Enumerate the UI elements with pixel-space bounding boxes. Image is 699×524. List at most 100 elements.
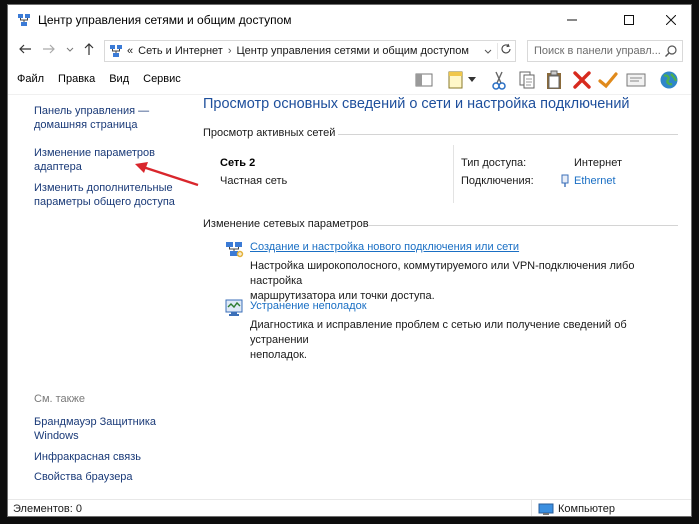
menu-row: Файл Правка Вид Сервис bbox=[8, 65, 691, 95]
new-note-dropdown[interactable] bbox=[466, 69, 478, 91]
control-panel-home-link[interactable]: Панель управления — домашняя страница bbox=[34, 104, 149, 132]
link-line: параметры общего доступа bbox=[34, 196, 175, 208]
status-bar: Элементов: 0 Компьютер bbox=[8, 499, 691, 516]
link-line: Панель управления — bbox=[34, 105, 150, 117]
troubleshoot-icon bbox=[225, 299, 243, 316]
firewall-link[interactable]: Брандмауэр Защитника Windows bbox=[34, 415, 156, 443]
column-divider bbox=[453, 145, 454, 203]
arrow-left-icon bbox=[19, 44, 31, 54]
network-type: Частная сеть bbox=[220, 175, 288, 187]
properties-icon bbox=[626, 73, 646, 87]
maximize-button[interactable] bbox=[606, 5, 652, 35]
link-line: Изменить дополнительные bbox=[34, 182, 173, 194]
new-connection-icon bbox=[226, 242, 244, 258]
change-settings-title: Изменение сетевых параметров bbox=[203, 218, 369, 230]
delete-button[interactable] bbox=[571, 69, 593, 91]
link-line: адаптера bbox=[34, 161, 82, 173]
search-input[interactable] bbox=[534, 44, 662, 58]
link-line: Windows bbox=[34, 430, 79, 442]
delete-icon bbox=[573, 71, 591, 89]
breadcrumb-overflow[interactable]: « bbox=[127, 45, 133, 57]
cut-button[interactable] bbox=[488, 69, 510, 91]
left-pane: Панель управления — домашняя страница Из… bbox=[8, 95, 188, 499]
menu-item-file[interactable]: Файл bbox=[17, 73, 44, 85]
cut-icon bbox=[492, 71, 506, 90]
menu-item-tools[interactable]: Сервис bbox=[143, 73, 181, 85]
globe-icon bbox=[660, 71, 678, 89]
forward-button[interactable] bbox=[41, 42, 57, 58]
advanced-sharing-link[interactable]: Изменить дополнительные параметры общего… bbox=[34, 181, 175, 209]
ethernet-icon bbox=[561, 174, 569, 187]
back-button[interactable] bbox=[17, 42, 33, 58]
link-line: Изменение параметров bbox=[34, 147, 155, 159]
main-pane: Просмотр основных сведений о сети и наст… bbox=[198, 95, 688, 499]
paste-icon bbox=[547, 70, 561, 89]
address-dropdown-button[interactable] bbox=[481, 44, 495, 58]
breadcrumb: « Сеть и Интернет › Центр управления сет… bbox=[127, 45, 469, 57]
change-adapter-settings-link[interactable]: Изменение параметров адаптера bbox=[34, 146, 155, 174]
menu-bar: Файл Правка Вид Сервис bbox=[17, 73, 181, 85]
active-networks-title: Просмотр активных сетей bbox=[203, 127, 336, 139]
check-button[interactable] bbox=[597, 69, 619, 91]
troubleshoot-link[interactable]: Устранение неполадок bbox=[250, 300, 367, 312]
preview-pane-button[interactable] bbox=[413, 69, 435, 91]
computer-icon bbox=[538, 503, 554, 515]
maximize-icon bbox=[624, 15, 634, 25]
section-divider bbox=[368, 225, 678, 226]
refresh-button[interactable] bbox=[497, 43, 513, 59]
setup-new-connection-description: Настройка широкополосного, коммутируемог… bbox=[250, 259, 688, 304]
preview-pane-icon bbox=[415, 73, 433, 87]
close-icon bbox=[666, 15, 676, 25]
minimize-icon bbox=[567, 19, 577, 21]
chevron-down-icon bbox=[484, 49, 492, 54]
see-also-heading: См. также bbox=[34, 393, 85, 405]
copy-button[interactable] bbox=[516, 69, 538, 91]
address-bar[interactable]: « Сеть и Интернет › Центр управления сет… bbox=[104, 40, 516, 62]
infrared-link[interactable]: Инфракрасная связь bbox=[34, 450, 141, 464]
network-center-icon bbox=[18, 14, 30, 26]
section-divider bbox=[338, 134, 678, 135]
description-line: Настройка широкополосного, коммутируемог… bbox=[250, 260, 635, 287]
description-line: Диагностика и исправление проблем с сеть… bbox=[250, 319, 627, 346]
menu-item-view[interactable]: Вид bbox=[109, 73, 129, 85]
breadcrumb-network-center[interactable]: Центр управления сетями и общим доступом bbox=[237, 45, 469, 57]
recent-locations-button[interactable] bbox=[62, 42, 78, 58]
item-count: Элементов: 0 bbox=[13, 503, 82, 515]
globe-button[interactable] bbox=[658, 69, 680, 91]
link-line: Брандмауэр Защитника bbox=[34, 416, 157, 428]
page-heading: Просмотр основных сведений о сети и наст… bbox=[203, 96, 630, 112]
search-box[interactable] bbox=[527, 40, 683, 62]
dropdown-icon bbox=[468, 77, 476, 82]
up-button[interactable] bbox=[81, 42, 97, 58]
copy-icon bbox=[519, 71, 535, 89]
window-title: Центр управления сетями и общим доступом bbox=[38, 13, 292, 27]
link-line: домашняя страница bbox=[34, 119, 138, 131]
breadcrumb-network-internet[interactable]: Сеть и Интернет bbox=[138, 45, 223, 57]
browser-properties-link[interactable]: Свойства браузера bbox=[34, 470, 133, 484]
access-type-value: Интернет bbox=[574, 157, 622, 169]
troubleshoot-description: Диагностика и исправление проблем с сеть… bbox=[250, 318, 688, 363]
check-icon bbox=[598, 72, 618, 89]
breadcrumb-separator[interactable]: › bbox=[228, 45, 232, 57]
connections-label: Подключения: bbox=[461, 175, 534, 187]
network-name: Сеть 2 bbox=[220, 157, 256, 169]
paste-button[interactable] bbox=[543, 69, 565, 91]
network-center-icon bbox=[110, 45, 122, 57]
description-line: неполадок. bbox=[250, 349, 307, 361]
access-type-label: Тип доступа: bbox=[461, 157, 527, 169]
explorer-window: Центр управления сетями и общим доступом bbox=[7, 4, 692, 517]
search-icon bbox=[665, 45, 677, 57]
close-button[interactable] bbox=[648, 5, 691, 35]
address-row: « Сеть и Интернет › Центр управления сет… bbox=[8, 35, 691, 65]
menu-item-edit[interactable]: Правка bbox=[58, 73, 95, 85]
ethernet-connection-link[interactable]: Ethernet bbox=[574, 175, 616, 187]
chevron-down-icon bbox=[66, 47, 74, 52]
new-note-button[interactable] bbox=[445, 69, 467, 91]
status-divider bbox=[531, 500, 532, 516]
properties-button[interactable] bbox=[625, 69, 647, 91]
new-note-icon bbox=[448, 71, 463, 89]
arrow-right-icon bbox=[43, 44, 55, 54]
setup-new-connection-link[interactable]: Создание и настройка нового подключения … bbox=[250, 241, 519, 253]
minimize-button[interactable] bbox=[549, 5, 595, 35]
arrow-up-icon bbox=[84, 43, 94, 55]
